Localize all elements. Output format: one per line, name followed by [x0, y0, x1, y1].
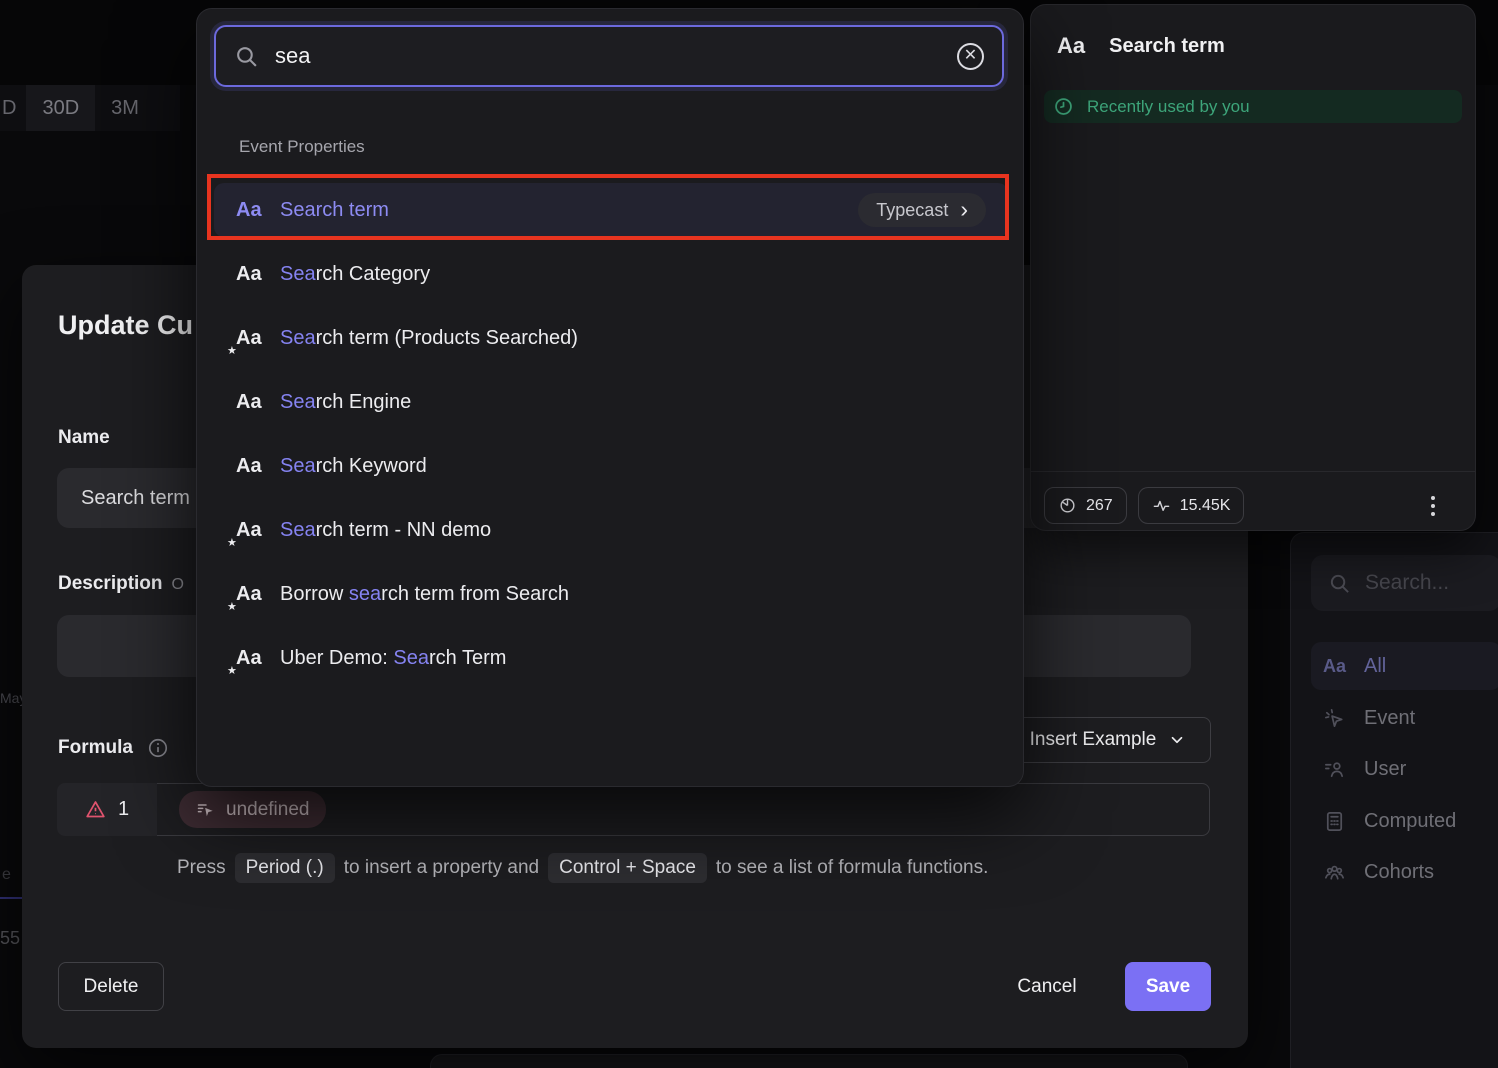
- text-type-icon: Aa ★: [236, 391, 270, 414]
- property-name: Uber Demo: Search Term: [280, 647, 506, 670]
- sidebar-search-placeholder: Search...: [1365, 571, 1449, 595]
- clear-search-icon[interactable]: ✕: [957, 43, 984, 70]
- text-type-icon: Aa ★: [236, 519, 270, 542]
- property-result-row[interactable]: Aa ★ Search term (Products Searched) ›: [214, 311, 1008, 365]
- formula-label: Formula: [58, 737, 169, 759]
- property-filter-sidebar: Search... Aa All Event User: [1290, 532, 1498, 1068]
- property-result-row[interactable]: Aa ★ Search term Typecast ›: [214, 183, 1008, 237]
- recently-used-badge: Recently used by you: [1044, 90, 1462, 123]
- property-name: Search Keyword: [280, 455, 427, 478]
- custom-property-star-icon: ★: [227, 664, 237, 677]
- property-name: Search term (Products Searched): [280, 327, 578, 350]
- text-type-icon: Aa: [1323, 656, 1346, 677]
- formula-hint: Press Period (.) to insert a property an…: [177, 853, 988, 883]
- detail-title: Search term: [1109, 35, 1225, 58]
- insert-example-button[interactable]: Insert Example: [1005, 717, 1211, 763]
- description-label: DescriptionO: [58, 573, 184, 595]
- property-result-row[interactable]: Aa ★ Borrow search term from Search ›: [214, 567, 1008, 621]
- sidebar-item-all[interactable]: Aa All: [1311, 642, 1498, 690]
- typecast-button[interactable]: Typecast ›: [858, 193, 986, 227]
- detail-stats: 267 15.45K: [1044, 487, 1244, 524]
- formula-property-icon: [196, 800, 216, 820]
- property-result-row[interactable]: Aa ★ Search term - NN demo ›: [214, 503, 1008, 557]
- property-result-row[interactable]: Aa ★ Search Keyword ›: [214, 439, 1008, 493]
- custom-property-star-icon: ★: [227, 344, 237, 357]
- text-type-icon: Aa ★: [236, 647, 270, 670]
- property-name: Borrow search term from Search: [280, 583, 569, 606]
- property-name: Search term: [280, 199, 389, 222]
- property-search-dropdown: ✕ Event Properties Aa ★ Search term Type…: [196, 8, 1024, 787]
- background-panel-edge: [430, 1054, 1188, 1068]
- text-type-icon: Aa ★: [236, 327, 270, 350]
- name-field-value: Search term: [81, 487, 190, 510]
- kebab-menu-icon[interactable]: [1421, 494, 1445, 518]
- warning-icon: [85, 799, 106, 820]
- name-label: Name: [58, 427, 110, 449]
- formula-input[interactable]: undefined: [157, 783, 1210, 836]
- chart-line-fragment: [0, 897, 22, 899]
- save-button[interactable]: Save: [1125, 962, 1211, 1011]
- time-range-segments: D 30D 3M: [0, 85, 180, 131]
- delete-button[interactable]: Delete: [58, 962, 164, 1011]
- time-segment-3m[interactable]: 3M: [95, 85, 155, 131]
- screen: D 30D 3M May e 55 Update Cu Name Search …: [0, 0, 1498, 1068]
- cohorts-icon: [1323, 861, 1346, 884]
- pie-chart-icon: [1058, 496, 1077, 515]
- property-name: Search Category: [280, 263, 430, 286]
- section-header: Event Properties: [239, 137, 365, 157]
- property-result-row[interactable]: Aa ★ Search Category ›: [214, 247, 1008, 301]
- kbd-control-space: Control + Space: [548, 853, 707, 883]
- time-segment-7d[interactable]: D: [0, 85, 26, 131]
- chart-axis-fragment-e: e: [2, 866, 11, 884]
- volume-pill[interactable]: 15.45K: [1138, 487, 1245, 524]
- sidebar-item-event[interactable]: Event: [1311, 694, 1498, 742]
- divider: [1031, 471, 1475, 472]
- pulse-icon: [1152, 496, 1171, 515]
- event-icon: [1323, 707, 1346, 730]
- chevron-down-icon: [1168, 731, 1186, 749]
- property-results-list: Aa ★ Search term Typecast › Aa ★ Search: [214, 183, 1008, 695]
- optional-hint: O: [172, 576, 184, 593]
- chart-axis-fragment-55: 55: [0, 928, 20, 949]
- time-segment-30d[interactable]: 30D: [26, 85, 95, 131]
- property-result-row[interactable]: Aa ★ Search Engine ›: [214, 375, 1008, 429]
- search-icon: [234, 44, 259, 69]
- sidebar-item-computed[interactable]: Computed: [1311, 797, 1498, 845]
- custom-property-star-icon: ★: [227, 600, 237, 613]
- property-result-row[interactable]: Aa ★ Uber Demo: Search Term ›: [214, 631, 1008, 685]
- formula-editor-row: 1 undefined: [57, 783, 1210, 836]
- text-type-icon: Aa ★: [236, 263, 270, 286]
- text-type-icon: Aa: [1057, 33, 1085, 59]
- clock-icon: [1053, 96, 1074, 117]
- formula-undefined-chip[interactable]: undefined: [179, 791, 326, 828]
- user-icon: [1323, 758, 1346, 781]
- property-name: Search term - NN demo: [280, 519, 491, 542]
- sidebar-search-input[interactable]: Search...: [1311, 555, 1498, 611]
- text-type-icon: Aa ★: [236, 199, 270, 222]
- sidebar-item-user[interactable]: User: [1311, 745, 1498, 793]
- property-name: Search Engine: [280, 391, 411, 414]
- chevron-right-icon: ›: [960, 198, 968, 221]
- detail-header: Aa Search term: [1057, 33, 1225, 59]
- cancel-button[interactable]: Cancel: [999, 966, 1095, 1008]
- info-icon[interactable]: [147, 737, 169, 759]
- kbd-period: Period (.): [235, 853, 335, 883]
- text-type-icon: Aa ★: [236, 583, 270, 606]
- search-box: ✕: [214, 25, 1004, 87]
- formula-error-count: 1: [57, 783, 157, 836]
- search-input[interactable]: [275, 43, 941, 69]
- property-detail-panel: Aa Search term Recently used by you 267 …: [1030, 4, 1476, 531]
- custom-property-star-icon: ★: [227, 536, 237, 549]
- distinct-values-pill[interactable]: 267: [1044, 487, 1127, 524]
- search-icon: [1328, 572, 1351, 595]
- text-type-icon: Aa ★: [236, 455, 270, 478]
- calculator-icon: [1323, 810, 1346, 833]
- modal-title: Update Cu: [58, 310, 193, 341]
- sidebar-item-cohorts[interactable]: Cohorts: [1311, 848, 1498, 896]
